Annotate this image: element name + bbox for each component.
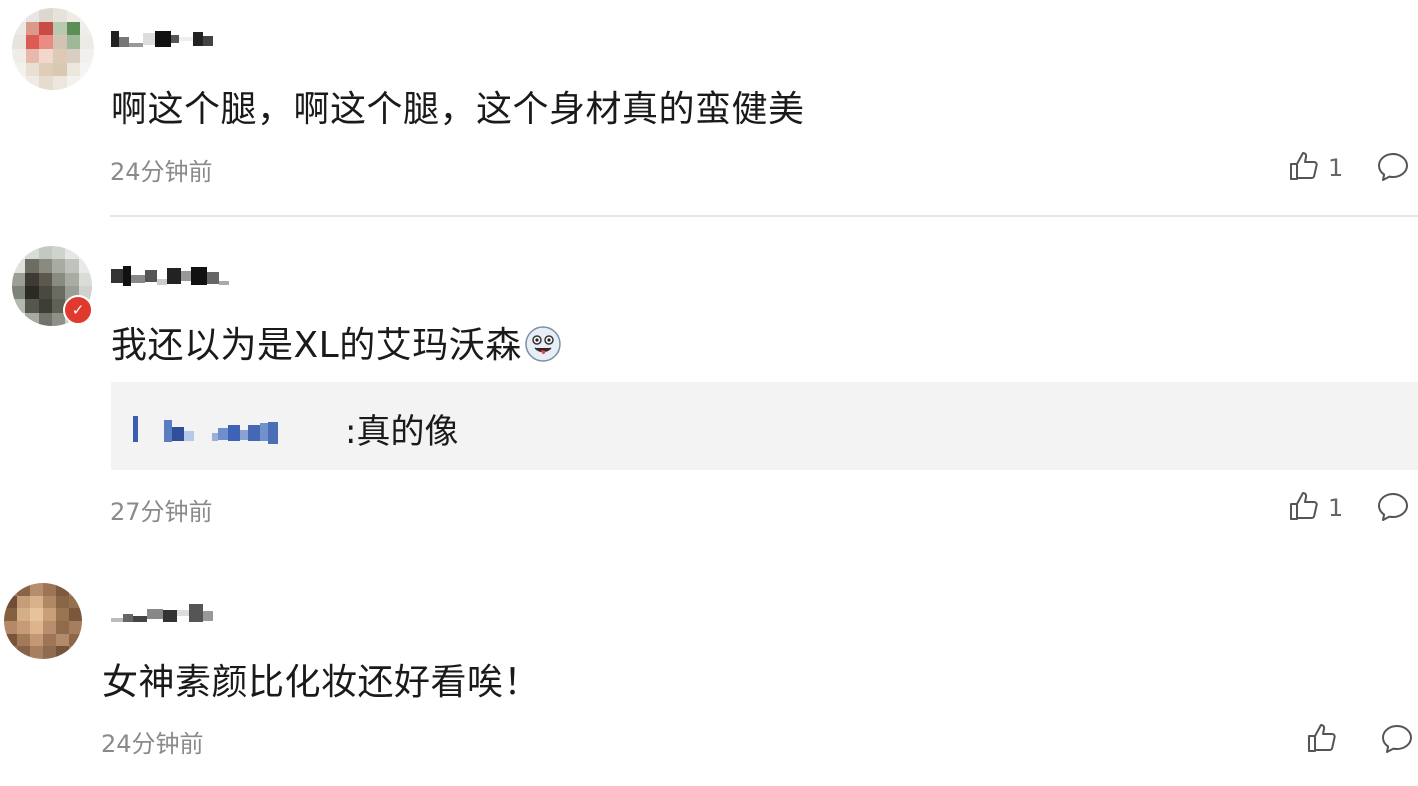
like-count: 1	[1328, 154, 1344, 182]
comment-time: 27分钟前	[110, 498, 213, 526]
reply-button[interactable]	[1376, 490, 1410, 528]
thumbs-up-icon	[1288, 490, 1320, 526]
speech-bubble-icon	[1378, 493, 1408, 521]
quoted-reply-box[interactable]: :真的像	[111, 382, 1418, 470]
laughing-tongue-emoji-icon	[524, 325, 562, 363]
thumbs-up-icon	[1288, 150, 1320, 186]
reply-text: :真的像	[345, 412, 459, 452]
username-blurred[interactable]	[111, 30, 213, 48]
comment-text: 女神素颜比化妆还好看唉！	[102, 662, 541, 703]
speech-bubble-icon	[1378, 153, 1408, 181]
username-blurred[interactable]	[111, 600, 213, 624]
avatar[interactable]	[12, 8, 94, 90]
verified-badge-icon: ✓	[63, 295, 93, 325]
like-button[interactable]: 1	[1288, 150, 1343, 186]
avatar[interactable]	[4, 583, 82, 659]
comment-time: 24分钟前	[110, 158, 213, 186]
like-button[interactable]	[1306, 722, 1346, 758]
comment-text-body: 我还以为是XL的艾玛沃森	[111, 325, 522, 366]
thumbs-up-icon	[1306, 722, 1338, 758]
like-count: 1	[1328, 494, 1344, 522]
reply-username-blurred[interactable]	[133, 414, 278, 444]
reply-button[interactable]	[1376, 150, 1410, 188]
reply-button[interactable]	[1380, 722, 1414, 760]
comment-time: 24分钟前	[101, 730, 204, 758]
comment-text: 我还以为是XL的艾玛沃森	[111, 316, 562, 368]
speech-bubble-icon	[1382, 725, 1412, 753]
divider	[110, 215, 1418, 217]
comment-text: 啊这个腿，啊这个腿，这个身材真的蛮健美	[111, 89, 805, 130]
like-button[interactable]: 1	[1288, 490, 1343, 526]
username-blurred[interactable]	[111, 266, 229, 286]
